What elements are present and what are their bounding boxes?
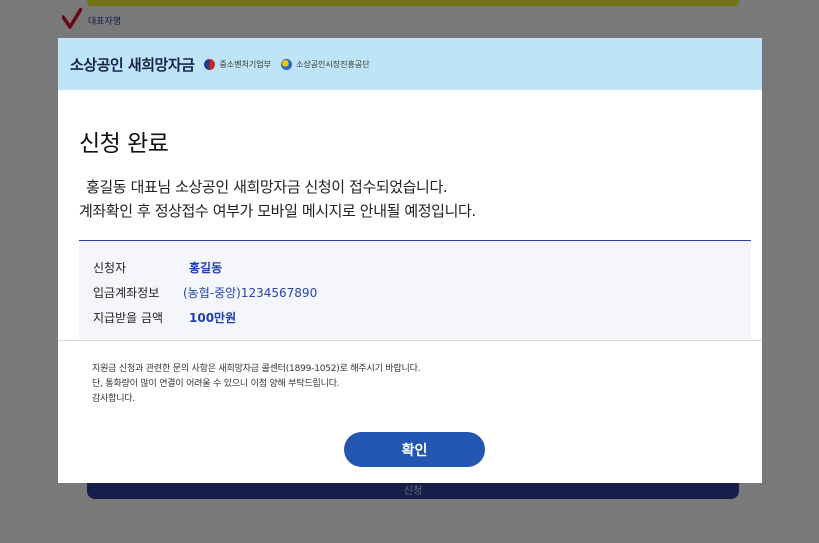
- gov-emblem-icon: [204, 58, 216, 70]
- service-title: 소상공인 새희망자금: [70, 55, 195, 74]
- amount-label: 지급받을 금액: [93, 311, 164, 325]
- notice-line-3: 감사합니다.: [92, 394, 136, 404]
- completion-modal: 소상공인 새희망자금 중소벤처기업부 소상공인시장진흥공단 신청 완료 홍길동 …: [58, 38, 762, 483]
- gov-logo: 중소벤처기업부: [204, 58, 271, 70]
- semas-logo-label: 소상공인시장진흥공단: [295, 59, 370, 69]
- notice-text: 지원금 신청과 관련한 문의 사항은 새희망자금 콜센터(1899-1052)로…: [92, 362, 421, 407]
- semas-logo-icon: [280, 58, 292, 70]
- info-row-amount: 지급받을 금액 100만원: [93, 309, 236, 326]
- message-line-1: 홍길동 대표님 소상공인 새희망자금 신청이 접수되었습니다.: [86, 178, 448, 196]
- applicant-label: 신청자: [93, 261, 127, 275]
- applicant-value: 홍길동: [189, 261, 223, 275]
- modal-title: 신청 완료: [79, 131, 169, 157]
- semas-logo: 소상공인시장진흥공단: [280, 58, 370, 70]
- gov-logo-label: 중소벤처기업부: [219, 59, 271, 69]
- divider: [58, 340, 762, 341]
- info-row-account: 입금계좌정보 (농협-중앙)1234567890: [93, 284, 317, 301]
- info-row-applicant: 신청자 홍길동: [93, 259, 222, 276]
- notice-line-2: 단, 통화량이 많이 연결이 어려울 수 있으니 이점 양해 부탁드립니다.: [92, 379, 340, 389]
- amount-value: 100만원: [189, 311, 237, 325]
- confirm-button[interactable]: 확인: [344, 432, 485, 467]
- modal-header: 소상공인 새희망자금 중소벤처기업부 소상공인시장진흥공단: [58, 38, 762, 90]
- notice-line-1: 지원금 신청과 관련한 문의 사항은 새희망자금 콜센터(1899-1052)로…: [92, 364, 421, 374]
- account-value: (농협-중앙)1234567890: [183, 286, 318, 300]
- message-line-2: 계좌확인 후 정상접수 여부가 모바일 메시지로 안내될 예정입니다.: [79, 202, 476, 220]
- application-info-box: 신청자 홍길동 입금계좌정보 (농협-중앙)1234567890 지급받을 금액…: [79, 240, 751, 339]
- account-label: 입금계좌정보: [93, 286, 160, 300]
